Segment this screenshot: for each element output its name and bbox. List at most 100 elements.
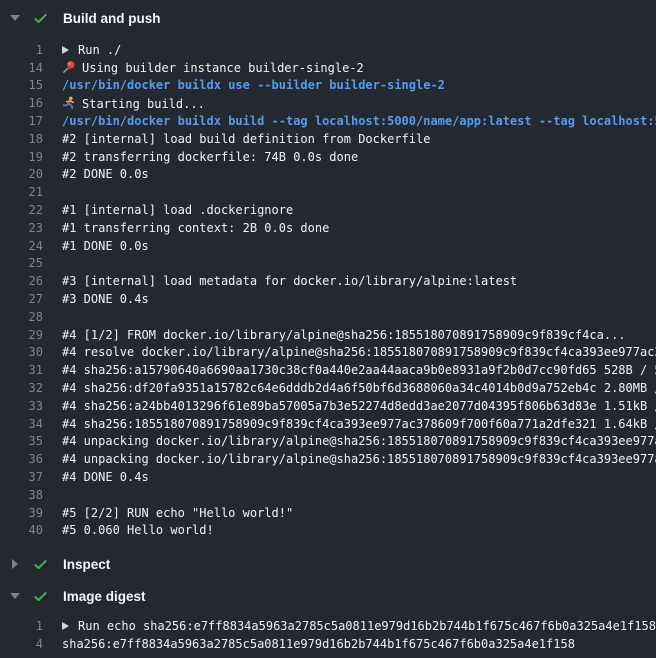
log-line-text: #4 unpacking docker.io/library/alpine@sh…	[62, 434, 656, 448]
line-number[interactable]: 14	[0, 61, 43, 75]
line-number[interactable]: 33	[0, 399, 43, 413]
line-number[interactable]: 16	[0, 96, 43, 110]
log-lines: 1 Run ./ 14 Using builder instance builder-…	[0, 36, 656, 548]
section-title: Build and push	[63, 11, 161, 26]
line-number[interactable]: 37	[0, 470, 43, 484]
line-number[interactable]: 39	[0, 506, 43, 520]
log-line: 1 Run echo sha256:e7ff8834a5963a2785c5a08…	[0, 617, 656, 635]
log-text: #2 DONE 0.0s	[62, 167, 656, 181]
section-header-image-digest[interactable]: Image digest	[0, 580, 656, 612]
log-line: 29 #4 [1/2] FROM docker.io/library/alpine…	[0, 326, 656, 344]
log-line-text: #4 unpacking docker.io/library/alpine@sh…	[62, 452, 656, 466]
chevron-right-icon[interactable]	[10, 559, 20, 569]
log-text: #1 DONE 0.0s	[62, 239, 656, 253]
log-line: 26 #3 [internal] load metadata for docker…	[0, 272, 656, 290]
log-line-text: #4 sha256:a24bb4013296f61e89ba57005a7b3e…	[62, 399, 656, 413]
section-header-build-and-push[interactable]: Build and push	[0, 0, 656, 36]
log-line-text: Using builder instance builder-single-2	[82, 61, 364, 75]
line-number[interactable]: 25	[0, 256, 43, 270]
line-number[interactable]: 26	[0, 274, 43, 288]
section-title: Image digest	[63, 589, 146, 604]
line-number[interactable]: 30	[0, 345, 43, 359]
log-line-text: #2 DONE 0.0s	[62, 167, 149, 181]
line-number[interactable]: 18	[0, 132, 43, 146]
log-text: Using builder instance builder-single-2	[62, 60, 656, 75]
line-number[interactable]: 1	[0, 619, 43, 633]
log-line-text: #4 sha256:185518070891758909c9f839cf4ca3…	[62, 417, 656, 431]
line-number[interactable]: 4	[0, 637, 43, 651]
line-number[interactable]: 1	[0, 43, 43, 57]
section-header-inspect[interactable]: Inspect	[0, 548, 656, 580]
success-check-icon	[33, 11, 48, 26]
log-line: 1 Run ./	[0, 41, 656, 59]
log-text: #2 transferring dockerfile: 74B 0.0s don…	[62, 150, 656, 164]
log-text: #5 0.060 Hello world!	[62, 523, 656, 537]
log-line-text: #5 0.060 Hello world!	[62, 523, 214, 537]
log-line: 14 Using builder instance builder-single-…	[0, 59, 656, 77]
log-line-text: #2 transferring dockerfile: 74B 0.0s don…	[62, 150, 358, 164]
expand-group-icon[interactable]	[62, 46, 69, 54]
section-title: Inspect	[63, 557, 110, 572]
log-line: 23 #1 transferring context: 2B 0.0s done	[0, 219, 656, 237]
line-number[interactable]: 31	[0, 363, 43, 377]
log-line-text: #4 sha256:df20fa9351a15782c64e6dddb2d4a6…	[62, 381, 656, 395]
line-number[interactable]: 38	[0, 488, 43, 502]
log-text: #1 transferring context: 2B 0.0s done	[62, 221, 656, 235]
log-line-text: /usr/bin/docker buildx build --tag local…	[62, 114, 656, 128]
line-number[interactable]: 22	[0, 203, 43, 217]
log-text: #4 unpacking docker.io/library/alpine@sh…	[62, 452, 656, 466]
log-text: #4 [1/2] FROM docker.io/library/alpine@s…	[62, 328, 656, 342]
log-line: 20 #2 DONE 0.0s	[0, 166, 656, 184]
line-number[interactable]: 15	[0, 78, 43, 92]
line-number[interactable]: 19	[0, 150, 43, 164]
line-number[interactable]: 35	[0, 434, 43, 448]
line-number[interactable]: 21	[0, 185, 43, 199]
log-text: #4 sha256:a15790640a6690aa1730c38cf0a440…	[62, 363, 656, 377]
log-line-text: #3 [internal] load metadata for docker.i…	[62, 274, 517, 288]
log-text: #3 DONE 0.4s	[62, 292, 656, 306]
log-text: #1 [internal] load .dockerignore	[62, 203, 656, 217]
line-number[interactable]: 40	[0, 523, 43, 537]
log-line-text: #4 resolve docker.io/library/alpine@sha2…	[62, 345, 656, 359]
log-line-text: sha256:e7ff8834a5963a2785c5a0811e979d16b…	[62, 637, 575, 651]
log-line-text: Run echo sha256:e7ff8834a5963a2785c5a081…	[78, 619, 656, 633]
log-lines: 1 Run echo sha256:e7ff8834a5963a2785c5a08…	[0, 612, 656, 658]
expand-group-icon[interactable]	[62, 622, 69, 630]
log-line: 36 #4 unpacking docker.io/library/alpine@…	[0, 450, 656, 468]
log-text: #4 unpacking docker.io/library/alpine@sh…	[62, 434, 656, 448]
log-line-text: #4 [1/2] FROM docker.io/library/alpine@s…	[62, 328, 626, 342]
log-line: 19 #2 transferring dockerfile: 74B 0.0s d…	[0, 148, 656, 166]
log-line-text: #3 DONE 0.4s	[62, 292, 149, 306]
log-line: 24 #1 DONE 0.0s	[0, 237, 656, 255]
log-line-text: #2 [internal] load build definition from…	[62, 132, 430, 146]
log-line: 31 #4 sha256:a15790640a6690aa1730c38cf0a4…	[0, 361, 656, 379]
log-text: #3 [internal] load metadata for docker.i…	[62, 274, 656, 288]
success-check-icon	[33, 557, 48, 572]
line-number[interactable]: 27	[0, 292, 43, 306]
log-text: #5 [2/2] RUN echo "Hello world!"	[62, 506, 656, 520]
log-line: 37#4 DONE 0.4s	[0, 468, 656, 486]
log-line-text: #4 sha256:a15790640a6690aa1730c38cf0a440…	[62, 363, 656, 377]
log-text: Starting build...	[62, 96, 656, 111]
chevron-down-icon[interactable]	[10, 13, 20, 23]
line-number[interactable]: 32	[0, 381, 43, 395]
line-number[interactable]: 29	[0, 328, 43, 342]
log-line: 30 #4 resolve docker.io/library/alpine@sh…	[0, 344, 656, 362]
log-line: 25	[0, 255, 656, 273]
line-number[interactable]: 28	[0, 310, 43, 324]
line-number[interactable]: 24	[0, 239, 43, 253]
log-line: 27 #3 DONE 0.4s	[0, 290, 656, 308]
line-number[interactable]: 36	[0, 452, 43, 466]
log-text: #4 sha256:df20fa9351a15782c64e6dddb2d4a6…	[62, 381, 656, 395]
log-line: 28	[0, 308, 656, 326]
log-text: Run ./	[62, 43, 656, 57]
log-line-text: /usr/bin/docker buildx use --builder bui…	[62, 78, 445, 92]
line-number[interactable]: 34	[0, 417, 43, 431]
log-line-text: #1 [internal] load .dockerignore	[62, 203, 293, 217]
log-section-image-digest: Image digest 1 Run echo sha256:e7ff8834a59…	[0, 580, 656, 658]
log-line: 16 Starting build...	[0, 94, 656, 112]
line-number[interactable]: 23	[0, 221, 43, 235]
line-number[interactable]: 20	[0, 167, 43, 181]
line-number[interactable]: 17	[0, 114, 43, 128]
chevron-down-icon[interactable]	[10, 591, 20, 601]
